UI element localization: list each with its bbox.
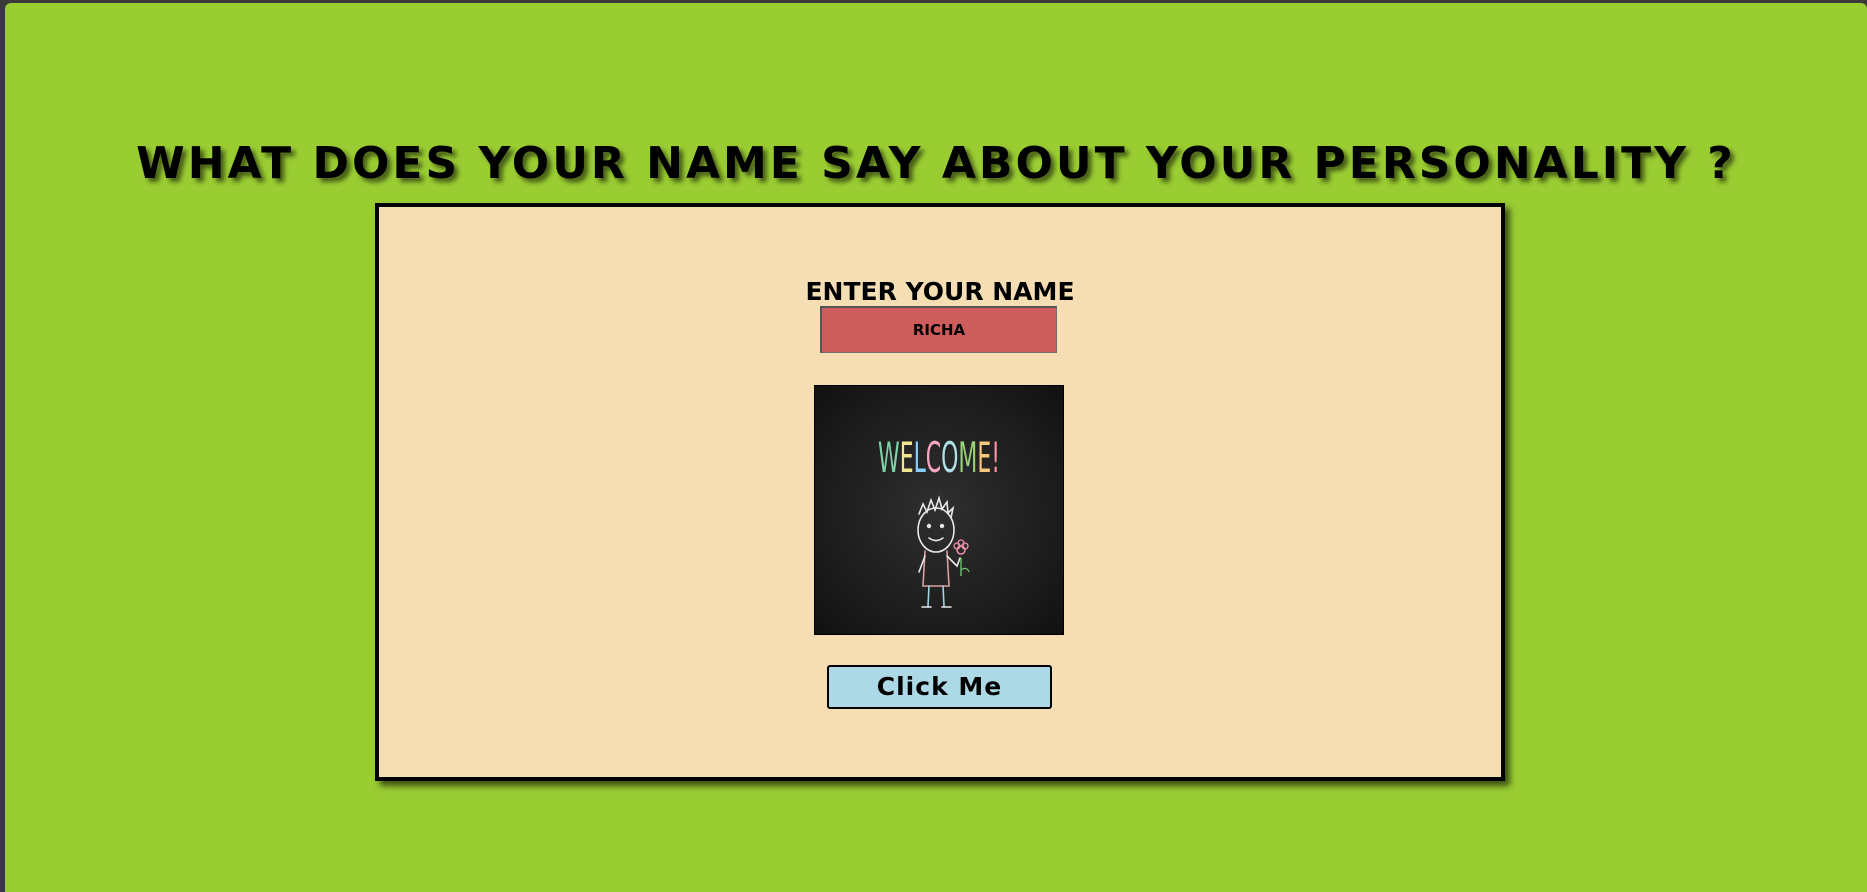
welcome-text: WELCOME! [878,433,1000,482]
click-me-button[interactable]: Click Me [827,665,1052,709]
flower-icon [953,539,970,576]
page-background: WHAT DOES YOUR NAME SAY ABOUT YOUR PERSO… [5,3,1867,892]
form-card: ENTER YOUR NAME WELCOME! [375,203,1505,781]
name-label: ENTER YOUR NAME [805,277,1075,306]
welcome-illustration: WELCOME! [878,433,1000,608]
chalk-boy-drawing [917,495,961,608]
welcome-chalkboard-image: WELCOME! [814,385,1064,635]
name-input[interactable] [820,306,1057,353]
page-title: WHAT DOES YOUR NAME SAY ABOUT YOUR PERSO… [136,138,1736,189]
